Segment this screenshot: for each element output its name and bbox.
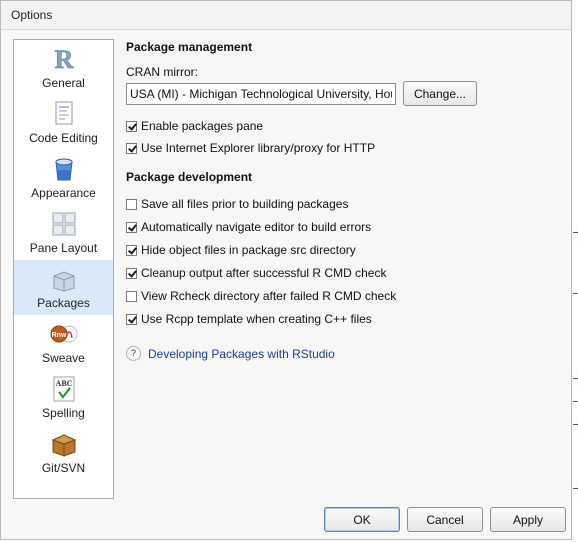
sidebar-item-appearance[interactable]: Appearance [14,150,113,205]
hide-object-files-option[interactable]: Hide object files in package src directo… [126,242,356,258]
developing-packages-help-link[interactable]: Developing Packages with RStudio [148,347,335,361]
checkbox[interactable] [126,313,137,325]
sidebar-item-label: Pane Layout [29,241,98,255]
cancel-button[interactable]: Cancel [407,507,483,532]
checkbox[interactable] [126,221,137,233]
checkbox[interactable] [126,198,137,210]
enable-packages-pane-option[interactable]: Enable packages pane [126,118,263,134]
option-label: Save all files prior to building package… [141,197,349,211]
option-label: Cleanup output after successful R CMD ch… [141,266,387,280]
ok-button[interactable]: OK [324,507,400,532]
options-sidebar: R General Code Editing Appearance Pane L… [13,39,114,499]
svg-text:ABC: ABC [56,379,73,388]
code-document-icon [55,101,73,125]
sidebar-item-packages[interactable]: Packages [14,260,113,315]
change-mirror-button[interactable]: Change... [403,81,477,106]
window-title: Options [11,8,53,22]
option-label: Use Internet Explorer library/proxy for … [141,141,376,155]
sidebar-item-sweave[interactable]: Rnw Sweave [14,315,113,370]
view-rcheck-directory-option[interactable]: View Rcheck directory after failed R CMD… [126,288,396,304]
svg-text:Rnw: Rnw [52,332,67,339]
option-label: Automatically navigate editor to build e… [141,220,372,234]
rcpp-template-option[interactable]: Use Rcpp template when creating C++ file… [126,311,372,327]
edge-mark [573,401,578,402]
checkbox[interactable] [126,120,137,132]
box-icon [51,434,77,457]
abc-check-icon: ABC [53,376,75,402]
checkbox[interactable] [126,267,137,279]
package-management-heading: Package management [126,40,253,54]
sidebar-item-label: General [42,76,85,90]
cran-mirror-label: CRAN mirror: [126,65,198,79]
sidebar-item-spelling[interactable]: ABC Spelling [14,370,113,425]
options-dialog: Options R General Code Editing Appearanc… [0,0,572,540]
pane-layout-icon [52,212,76,236]
checkbox[interactable] [126,142,137,154]
sidebar-item-label: Packages [37,296,90,310]
option-label: View Rcheck directory after failed R CMD… [141,289,397,303]
option-label: Use Rcpp template when creating C++ file… [141,312,372,326]
title-bar[interactable]: Options [1,1,571,30]
package-development-heading: Package development [126,170,253,184]
cran-mirror-field[interactable] [126,83,396,105]
edge-mark [573,232,578,233]
cleanup-output-option[interactable]: Cleanup output after successful R CMD ch… [126,265,386,281]
sidebar-item-code-editing[interactable]: Code Editing [14,95,113,150]
edge-mark [573,378,578,379]
packages-pane: Package management CRAN mirror: Change..… [126,39,571,499]
package-icon [53,271,75,292]
rnw-pdf-icon: Rnw [50,325,78,343]
edge-mark [573,488,578,489]
edge-mark [573,293,578,294]
sidebar-item-git-svn[interactable]: Git/SVN [14,425,113,480]
option-label: Hide object files in package src directo… [141,243,356,257]
sidebar-item-label: Spelling [42,406,85,420]
help-icon: ? [126,346,141,361]
use-ie-proxy-option[interactable]: Use Internet Explorer library/proxy for … [126,140,375,156]
navigate-build-errors-option[interactable]: Automatically navigate editor to build e… [126,219,371,235]
svg-text:R: R [55,46,74,72]
sidebar-item-general[interactable]: R General [14,40,113,95]
sidebar-item-label: Appearance [31,186,96,200]
sidebar-item-label: Git/SVN [41,461,86,475]
checkbox[interactable] [126,244,137,256]
sidebar-item-pane-layout[interactable]: Pane Layout [14,205,113,260]
save-files-before-build-option[interactable]: Save all files prior to building package… [126,196,348,212]
paint-bucket-icon [55,158,73,181]
option-label: Enable packages pane [141,119,264,133]
apply-button[interactable]: Apply [490,507,566,532]
checkbox[interactable] [126,290,137,302]
background-window-edge [572,0,578,542]
r-logo-icon: R [54,46,74,72]
edge-mark [573,424,578,425]
sidebar-item-label: Sweave [42,351,85,365]
help-row: ? Developing Packages with RStudio [126,346,335,361]
sidebar-item-label: Code Editing [29,131,98,145]
